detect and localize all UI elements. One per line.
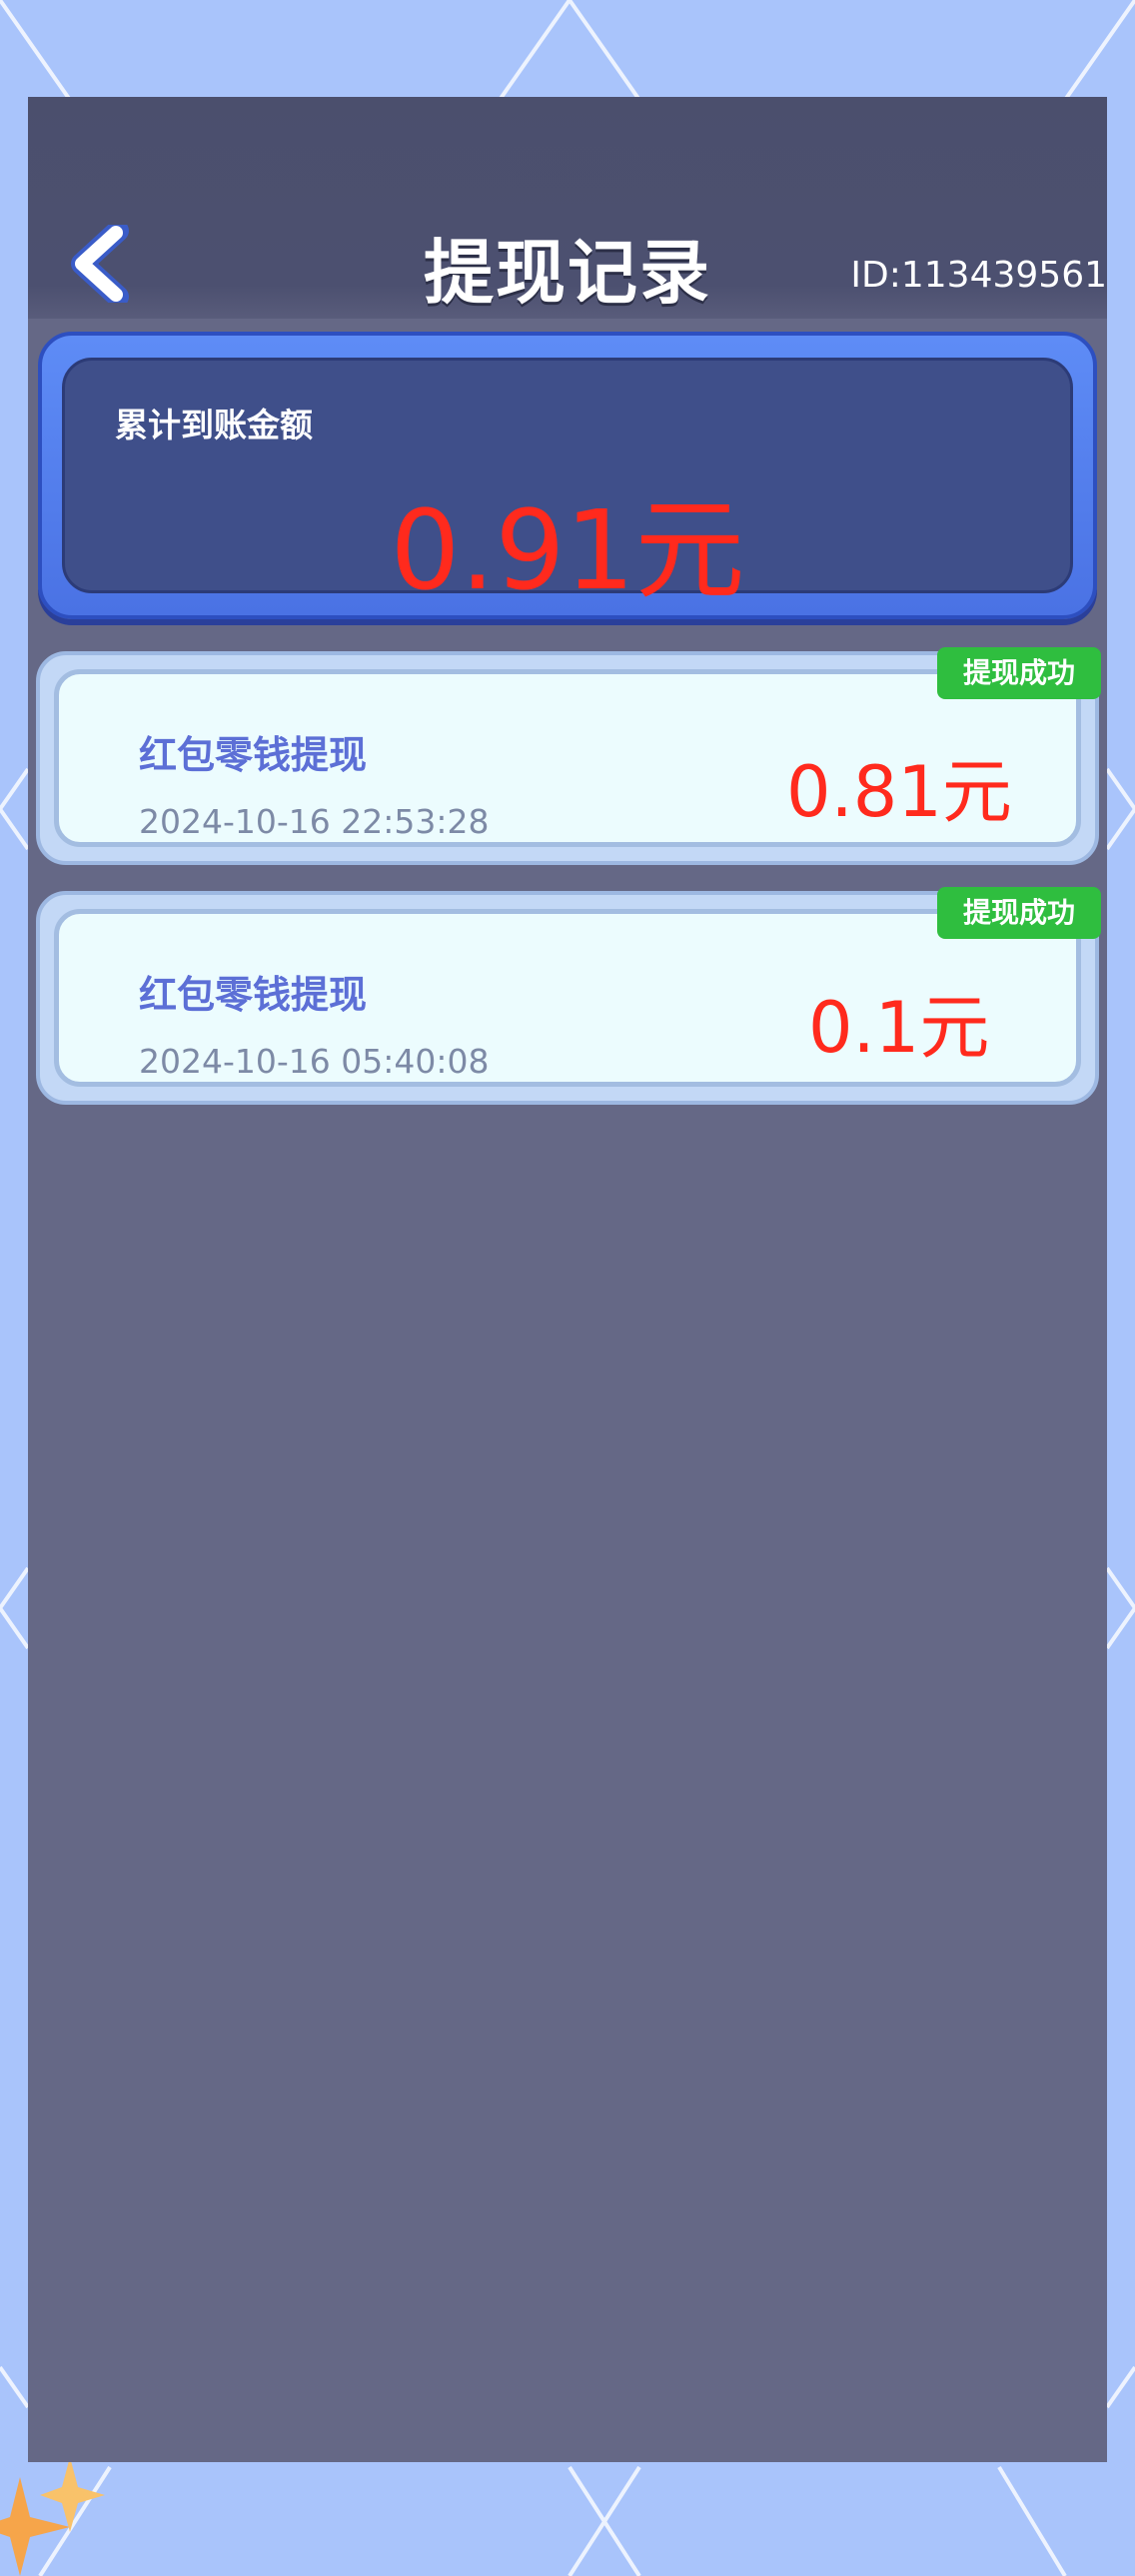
total-summary-card: 累计到账金额 0.91元: [38, 332, 1097, 619]
status-badge: 提现成功: [936, 887, 1101, 939]
record-amount: 0.81元: [786, 751, 1012, 833]
total-label: 累计到账金额: [115, 406, 313, 444]
record-time: 2024-10-16 22:53:28: [139, 802, 490, 841]
record-inner: 红包零钱提现 2024-10-16 22:53:28 0.81元: [54, 669, 1081, 847]
record-title: 红包零钱提现: [139, 973, 368, 1017]
total-amount: 0.91元: [390, 486, 745, 614]
record-time: 2024-10-16 05:40:08: [139, 1042, 490, 1081]
main-panel: 提现记录 ID:113439561 累计到账金额 0.91元 红包零钱提现 20…: [28, 97, 1107, 2462]
record-title: 红包零钱提现: [139, 733, 368, 777]
withdrawal-record: 红包零钱提现 2024-10-16 05:40:08 0.1元 提现成功: [36, 887, 1101, 1105]
record-inner: 红包零钱提现 2024-10-16 05:40:08 0.1元: [54, 909, 1081, 1087]
withdrawal-record: 红包零钱提现 2024-10-16 22:53:28 0.81元 提现成功: [36, 647, 1101, 865]
user-id: ID:113439561: [850, 255, 1107, 296]
summary-inner: 累计到账金额 0.91元: [62, 358, 1073, 614]
header-bar: 提现记录 ID:113439561: [28, 97, 1107, 319]
status-badge: 提现成功: [936, 647, 1101, 699]
record-amount: 0.1元: [808, 987, 990, 1069]
